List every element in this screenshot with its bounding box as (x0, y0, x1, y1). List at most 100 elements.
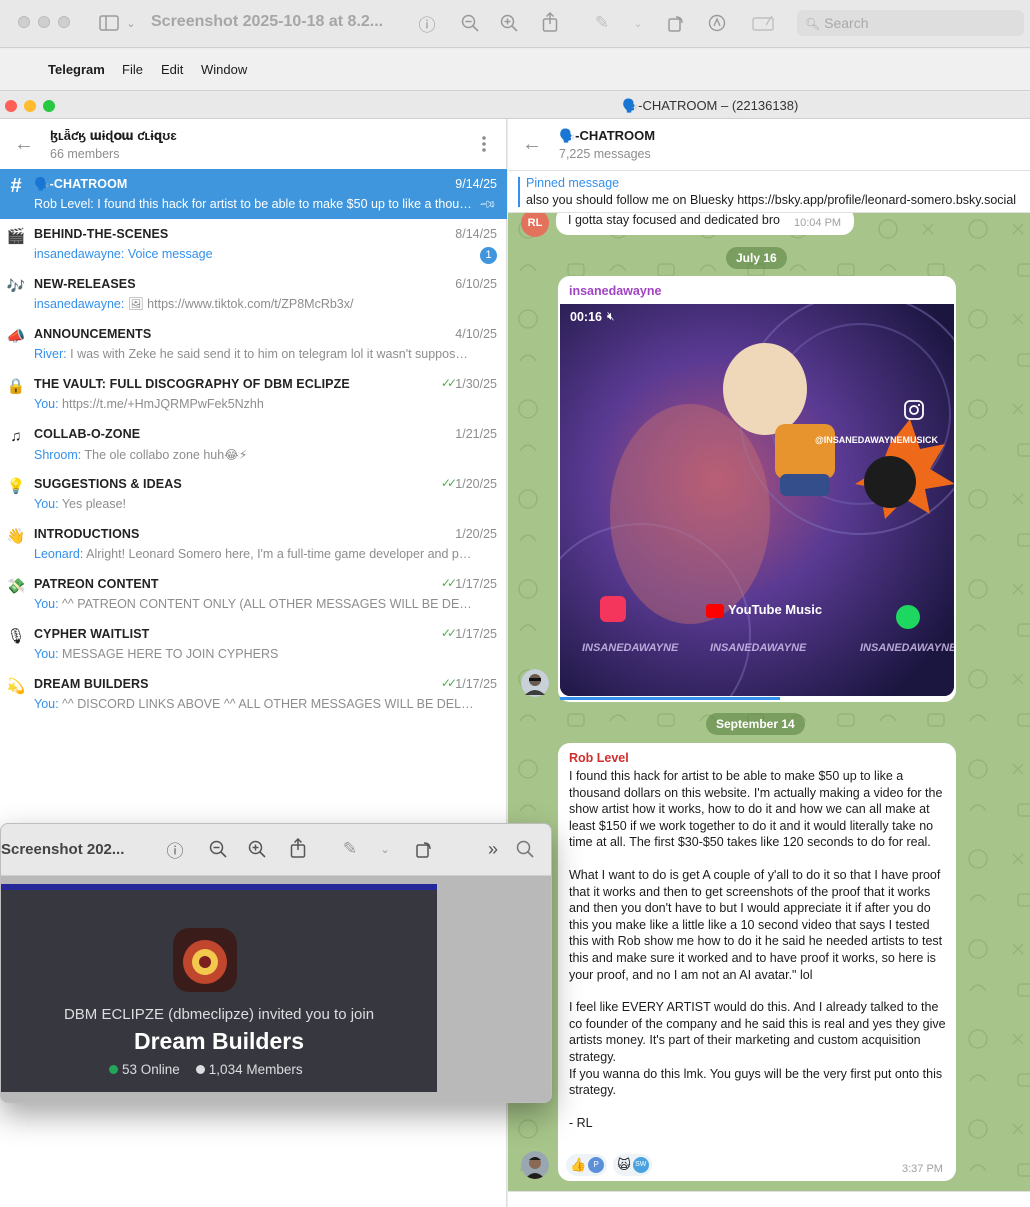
chat-name: PATREON CONTENT (34, 577, 159, 591)
preview-text: The ole collabo zone huh😂⚡ (81, 448, 248, 462)
chat-name: SUGGESTIONS & IDEAS (34, 477, 182, 491)
chat-date: 1/20/25 (455, 477, 497, 491)
avatar[interactable] (521, 669, 549, 697)
preview-text: ^^ PATREON CONTENT ONLY (ALL OTHER MESSA… (62, 597, 474, 611)
menu-edit[interactable]: Edit (161, 62, 183, 77)
avatar[interactable] (521, 1151, 549, 1179)
chat-date: 1/30/25 (455, 377, 497, 391)
close-button[interactable] (5, 100, 17, 112)
search-placeholder: Search (824, 15, 869, 31)
info-icon[interactable]: ⓘ (164, 838, 186, 861)
channel-icon: 🎬 (6, 228, 26, 245)
channel-icon: # (10, 174, 22, 197)
preview-toolbar: Screenshot 202... ⓘ ✎ ⌄ » (1, 824, 551, 876)
chat-item[interactable]: 💡 SUGGESTIONS & IDEAS ✓✓ 1/20/25 You: Yes pl… (0, 469, 507, 519)
message-paragraph: I feel like EVERY ARTIST would do this. … (569, 1000, 946, 1098)
preview-text: https://t.me/+HmJQRMPwFek5Nzhh (58, 397, 264, 411)
message-sender[interactable]: insanedawayne (569, 284, 661, 298)
preview-sender: You: (34, 497, 59, 511)
chat-date: 1/21/25 (455, 427, 497, 441)
menu-window[interactable]: Window (201, 62, 247, 77)
preview-sender: You: (34, 597, 59, 611)
zoom-in-icon[interactable] (498, 12, 520, 34)
reactions: 👍 P 🙀 SW (566, 1154, 652, 1176)
search-icon[interactable] (514, 838, 536, 860)
preview-text: I found this hack for artist to be able … (97, 197, 474, 211)
chat-item[interactable]: 🎶 NEW-RELEASES 6/10/25 insanedawayne: 🖼 htt… (0, 269, 507, 319)
chat-date: 6/10/25 (455, 277, 497, 291)
chat-preview: You: Yes please! (34, 497, 474, 511)
chat-date: 9/14/25 (455, 177, 497, 191)
minimize-button[interactable] (24, 100, 36, 112)
chat-name: ANNOUNCEMENTS (34, 327, 152, 341)
pinned-message-bar[interactable]: Pinned message also you should follow me… (508, 171, 1030, 213)
markup-chevron-icon[interactable]: ⌄ (374, 838, 396, 860)
preview-sender: Shroom: (34, 448, 82, 462)
chat-item[interactable]: 🎙 CYPHER WAITLIST ✓✓ 1/17/25 You: MESSAGE HE… (0, 619, 507, 669)
chat-item[interactable]: 🔒 THE VAULT: FULL DISCOGRAPHY OF DBM ECLI… (0, 369, 507, 419)
markup-chevron-icon[interactable]: ⌄ (627, 12, 649, 34)
chat-date: 1/20/25 (455, 527, 497, 541)
zoom-out-icon[interactable] (207, 838, 229, 860)
zoom-button[interactable] (43, 100, 55, 112)
zoom-out-icon[interactable] (459, 12, 481, 34)
back-arrow-icon[interactable]: ← (522, 133, 542, 156)
chat-item[interactable]: # 🗣️-CHATROOM 9/14/25 Rob Level: I found th… (0, 169, 507, 219)
video-player[interactable]: 00:16 🔇︎ @INSANEDAWAYNEMUSICK YouTube Mu… (560, 304, 954, 696)
chat-item[interactable]: ♫ COLLAB-O-ZONE 1/21/25 Shroom: The ole col… (0, 419, 507, 469)
markup-pen-icon[interactable]: ✎ (339, 838, 361, 860)
markup-pen-icon[interactable]: ✎ (591, 12, 613, 34)
chat-item[interactable]: 📣 ANNOUNCEMENTS 4/10/25 River: I was with Z… (0, 319, 507, 369)
preview-text: Yes please! (58, 497, 126, 511)
zoom-in-icon[interactable] (246, 838, 268, 860)
youtube-music-label: YouTube Music (728, 602, 823, 617)
channel-icon: 💸 (6, 578, 26, 595)
chat-item[interactable]: 🎬 BEHIND-THE-SCENES 8/14/25 insanedawayne: … (0, 219, 507, 269)
info-icon[interactable]: ⓘ (416, 12, 438, 35)
message-signature: - RL (569, 1115, 593, 1130)
signature-icon[interactable] (752, 12, 774, 34)
reaction-thumbs-up[interactable]: 👍 P (566, 1154, 608, 1176)
preview-sender: You: (34, 697, 59, 711)
sidebar-toggle-icon[interactable] (98, 12, 120, 34)
annotate-icon[interactable] (706, 12, 728, 34)
members-dot-icon (195, 1065, 205, 1074)
reaction-cat[interactable]: 🙀 SW (613, 1154, 652, 1176)
zoom-button[interactable] (58, 16, 70, 28)
search-field[interactable]: 🔍︎ Search (797, 10, 1024, 36)
chat-preview: Shroom: The ole collabo zone huh😂⚡ (34, 447, 474, 462)
pin-icon: 📌︎ (478, 195, 497, 215)
menu-app-telegram[interactable]: Telegram (48, 62, 105, 77)
avatar[interactable]: RL (521, 209, 549, 237)
pinned-text: also you should follow me on Bluesky htt… (526, 193, 1017, 207)
video-thumbnail (560, 304, 954, 696)
chat-item[interactable]: 👋 INTRODUCTIONS 1/20/25 Leonard: Alright! L… (0, 519, 507, 569)
preview-toolbar: ⌄ Screenshot 2025-10-18 at 8.2... ⓘ ✎ ⌄ … (0, 0, 1030, 48)
minimize-button[interactable] (38, 16, 50, 28)
server-stats: 53 Online 1,034 Members (109, 1062, 303, 1077)
share-icon[interactable] (287, 837, 309, 859)
more-vertical-icon[interactable] (477, 133, 491, 155)
more-chevrons-icon[interactable]: » (482, 838, 504, 860)
chevron-down-icon[interactable]: ⌄ (120, 12, 142, 34)
rotate-icon[interactable] (413, 838, 435, 860)
close-button[interactable] (18, 16, 30, 28)
rotate-icon[interactable] (665, 12, 687, 34)
share-icon[interactable] (539, 11, 561, 33)
back-arrow-icon[interactable]: ← (14, 133, 34, 156)
read-check-icon: ✓✓ (440, 676, 457, 690)
message-input-bar[interactable] (508, 1191, 1030, 1207)
group-name: ɮʟǟƈӄ աɨɖօա ƈʟɨզʊɛ (50, 128, 177, 143)
members-label: 1,034 Members (208, 1062, 303, 1077)
chat-item[interactable]: 💸 PATREON CONTENT ✓✓ 1/17/25 You: ^^ PATREON… (0, 569, 507, 619)
unread-badge: 1 (480, 247, 497, 264)
conversation-pane: RL I gotta stay focused and dedicated br… (508, 119, 1030, 1207)
chat-preview: River: I was with Zeke he said send it t… (34, 347, 474, 361)
message-sender[interactable]: Rob Level (569, 751, 629, 765)
chat-name: INTRODUCTIONS (34, 527, 140, 541)
thumbs-up-icon: 👍 (570, 1157, 587, 1172)
menu-file[interactable]: File (122, 62, 143, 77)
cat-face-icon: 🙀 (617, 1157, 631, 1172)
muted-icon[interactable]: 🔇︎ (607, 309, 615, 324)
chat-item[interactable]: 💫 DREAM BUILDERS ✓✓ 1/17/25 You: ^^ DISCORD … (0, 669, 507, 719)
